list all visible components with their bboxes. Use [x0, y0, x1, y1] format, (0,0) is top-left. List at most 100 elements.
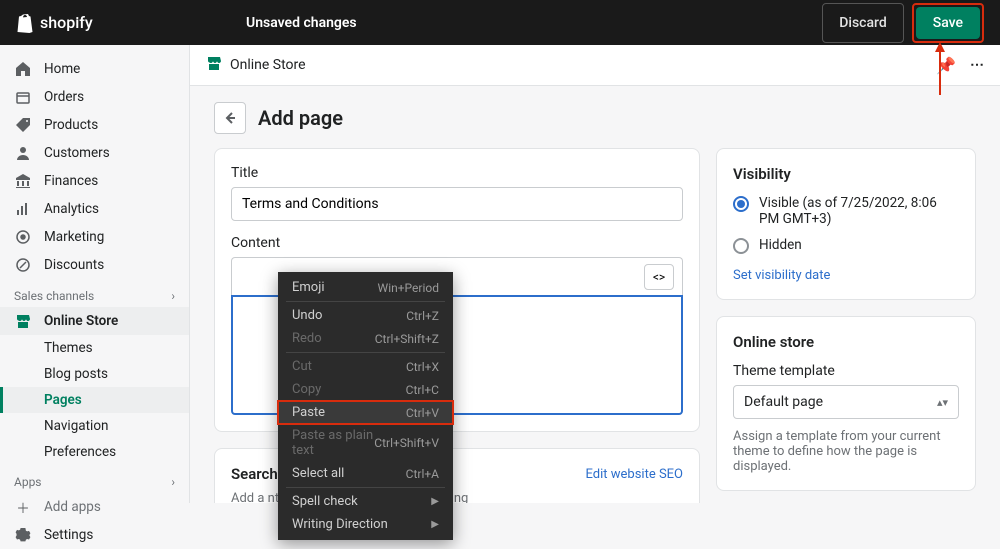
cm-copy[interactable]: CopyCtrl+C: [278, 378, 453, 401]
submenu-arrow-icon: ▶: [431, 519, 439, 530]
sidebar-item-label: Orders: [44, 89, 84, 105]
sidebar-item-label: Customers: [44, 145, 110, 161]
brand-text: shopify: [40, 13, 93, 32]
code-view-button[interactable]: <>: [644, 264, 674, 290]
online-store-card: Online store Theme template Default page…: [716, 316, 976, 491]
sidebar-item-customers[interactable]: Customers: [0, 139, 189, 167]
person-icon: [14, 144, 32, 162]
home-icon: [14, 60, 32, 78]
sidebar-item-label: Home: [44, 61, 80, 77]
template-label: Theme template: [733, 363, 959, 379]
more-icon[interactable]: ⋯: [970, 57, 984, 73]
edit-seo-link[interactable]: Edit website SEO: [586, 467, 684, 482]
sidebar-item-label: Analytics: [44, 201, 99, 217]
cm-undo[interactable]: UndoCtrl+Z: [278, 304, 453, 327]
store-icon: [206, 55, 222, 75]
sales-channels-header: Sales channels ›: [0, 279, 189, 307]
cm-emoji[interactable]: EmojiWin+Period: [278, 276, 453, 299]
discard-button[interactable]: Discard: [822, 3, 903, 43]
sidebar-item-settings[interactable]: Settings: [0, 521, 189, 549]
cm-paste[interactable]: PasteCtrl+V: [278, 401, 453, 424]
content-field-label: Content: [231, 235, 683, 251]
radio-label: Visible (as of 7/25/2022, 8:06 PM GMT+3): [759, 195, 959, 227]
cm-cut[interactable]: CutCtrl+X: [278, 355, 453, 378]
content-subheader: Online Store 📌 ⋯: [190, 45, 1000, 86]
plus-icon: ＋: [14, 498, 32, 516]
online-store-heading: Online store: [733, 333, 959, 351]
cm-separator: [286, 301, 445, 302]
sidebar-item-online-store[interactable]: Online Store: [0, 307, 189, 335]
page-title: Add page: [258, 106, 343, 130]
cm-redo[interactable]: RedoCtrl+Shift+Z: [278, 327, 453, 350]
chart-icon: [14, 200, 32, 218]
sidebar-item-add-apps[interactable]: ＋ Add apps: [0, 493, 189, 521]
apps-label: Apps: [14, 475, 42, 489]
apps-header: Apps ›: [0, 465, 189, 493]
sidebar-item-label: Add apps: [44, 499, 101, 515]
title-input[interactable]: [231, 187, 683, 221]
orders-icon: [14, 88, 32, 106]
visibility-hidden-radio[interactable]: Hidden: [733, 237, 959, 254]
visibility-visible-radio[interactable]: Visible (as of 7/25/2022, 8:06 PM GMT+3): [733, 195, 959, 227]
template-help-text: Assign a template from your current them…: [733, 429, 959, 474]
sidebar-item-products[interactable]: Products: [0, 111, 189, 139]
sidebar-item-label: Products: [44, 117, 98, 133]
bank-icon: [14, 172, 32, 190]
tag-icon: [14, 116, 32, 134]
sidebar-item-discounts[interactable]: Discounts: [0, 251, 189, 279]
percent-icon: [14, 256, 32, 274]
sidebar-item-label: Settings: [44, 527, 93, 543]
chevron-right-icon[interactable]: ›: [171, 289, 175, 303]
sidebar-item-home[interactable]: Home: [0, 55, 189, 83]
chevron-right-icon[interactable]: ›: [171, 475, 175, 489]
sidebar-sub-blog-posts[interactable]: Blog posts: [0, 361, 189, 387]
cm-paste-plain[interactable]: Paste as plain textCtrl+Shift+V: [278, 424, 453, 462]
set-visibility-date-link[interactable]: Set visibility date: [733, 268, 830, 283]
radio-label: Hidden: [759, 237, 802, 253]
template-select[interactable]: Default page ▴▾: [733, 385, 959, 419]
visibility-card: Visibility Visible (as of 7/25/2022, 8:0…: [716, 148, 976, 300]
sidebar-item-label: Discounts: [44, 257, 104, 273]
pin-icon[interactable]: 📌: [936, 56, 956, 75]
sidebar-item-analytics[interactable]: Analytics: [0, 195, 189, 223]
cm-separator: [286, 487, 445, 488]
sidebar-sub-pages[interactable]: Pages: [0, 387, 189, 413]
sales-channels-label: Sales channels: [14, 289, 94, 303]
store-icon: [14, 312, 32, 330]
topbar: shopify Unsaved changes Discard Save: [0, 0, 1000, 45]
context-menu: EmojiWin+Period UndoCtrl+Z RedoCtrl+Shif…: [278, 272, 453, 540]
save-button[interactable]: Save: [916, 7, 980, 39]
sidebar-sub-preferences[interactable]: Preferences: [0, 439, 189, 465]
sidebar-item-label: Finances: [44, 173, 98, 189]
title-field-label: Title: [231, 165, 683, 181]
cm-separator: [286, 352, 445, 353]
sidebar-sub-themes[interactable]: Themes: [0, 335, 189, 361]
select-value: Default page: [744, 394, 823, 410]
sidebar-item-label: Online Store: [44, 313, 118, 329]
sidebar-item-label: Marketing: [44, 229, 104, 245]
brand-logo[interactable]: shopify: [16, 13, 191, 33]
cm-spell-check[interactable]: Spell check▶: [278, 490, 453, 513]
shopify-bag-icon: [16, 13, 34, 33]
cm-writing-direction[interactable]: Writing Direction▶: [278, 513, 453, 536]
radio-checked-icon: [733, 196, 749, 212]
subheader-title: Online Store: [230, 57, 306, 73]
sidebar-sub-navigation[interactable]: Navigation: [0, 413, 189, 439]
visibility-heading: Visibility: [733, 165, 959, 183]
sidebar-item-marketing[interactable]: Marketing: [0, 223, 189, 251]
sidebar-item-orders[interactable]: Orders: [0, 83, 189, 111]
back-button[interactable]: [214, 102, 246, 134]
topbar-actions: Discard Save: [822, 3, 984, 43]
save-highlight: Save: [912, 3, 984, 43]
radio-unchecked-icon: [733, 238, 749, 254]
page-title-row: Add page: [190, 86, 1000, 148]
arrow-left-icon: [222, 110, 238, 126]
cm-select-all[interactable]: Select allCtrl+A: [278, 462, 453, 485]
sidebar: Home Orders Products Customers Finances …: [0, 45, 190, 503]
gear-icon: [14, 526, 32, 544]
updown-icon: ▴▾: [937, 396, 948, 409]
target-icon: [14, 228, 32, 246]
submenu-arrow-icon: ▶: [431, 496, 439, 507]
sidebar-item-finances[interactable]: Finances: [0, 167, 189, 195]
unsaved-changes-label: Unsaved changes: [246, 15, 357, 31]
